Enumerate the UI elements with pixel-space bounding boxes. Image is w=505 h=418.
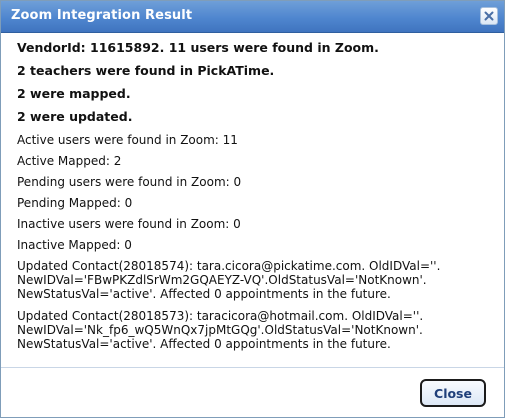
close-x-glyph [484, 11, 494, 21]
inactive-mapped-line: Inactive Mapped: 0 [17, 238, 132, 252]
pending-mapped-line: Pending Mapped: 0 [17, 196, 133, 210]
updated-contact-2: Updated Contact(28018573): taracicora@ho… [17, 309, 424, 351]
dialog-footer: Close [1, 368, 504, 417]
zoom-integration-result-dialog: Zoom Integration Result VendorId: 116158… [0, 0, 505, 418]
pending-users-line: Pending users were found in Zoom: 0 [17, 175, 242, 189]
close-x-icon[interactable] [480, 7, 498, 25]
dialog-content: VendorId: 11615892. 11 users were found … [17, 41, 487, 359]
summary-updated-line: 2 were updated. [17, 109, 133, 124]
updated-contact-1: Updated Contact(28018574): tara.cicora@p… [17, 259, 441, 301]
active-mapped-line: Active Mapped: 2 [17, 154, 122, 168]
summary-mapped-line: 2 were mapped. [17, 86, 131, 101]
dialog-title: Zoom Integration Result [11, 8, 193, 23]
inactive-users-line: Inactive users were found in Zoom: 0 [17, 217, 241, 231]
dialog-titlebar: Zoom Integration Result [1, 1, 504, 33]
close-button[interactable]: Close [420, 379, 486, 407]
summary-teachers-line: 2 teachers were found in PickATime. [17, 63, 275, 78]
summary-vendor-line: VendorId: 11615892. 11 users were found … [17, 40, 379, 55]
active-users-line: Active users were found in Zoom: 11 [17, 133, 238, 147]
